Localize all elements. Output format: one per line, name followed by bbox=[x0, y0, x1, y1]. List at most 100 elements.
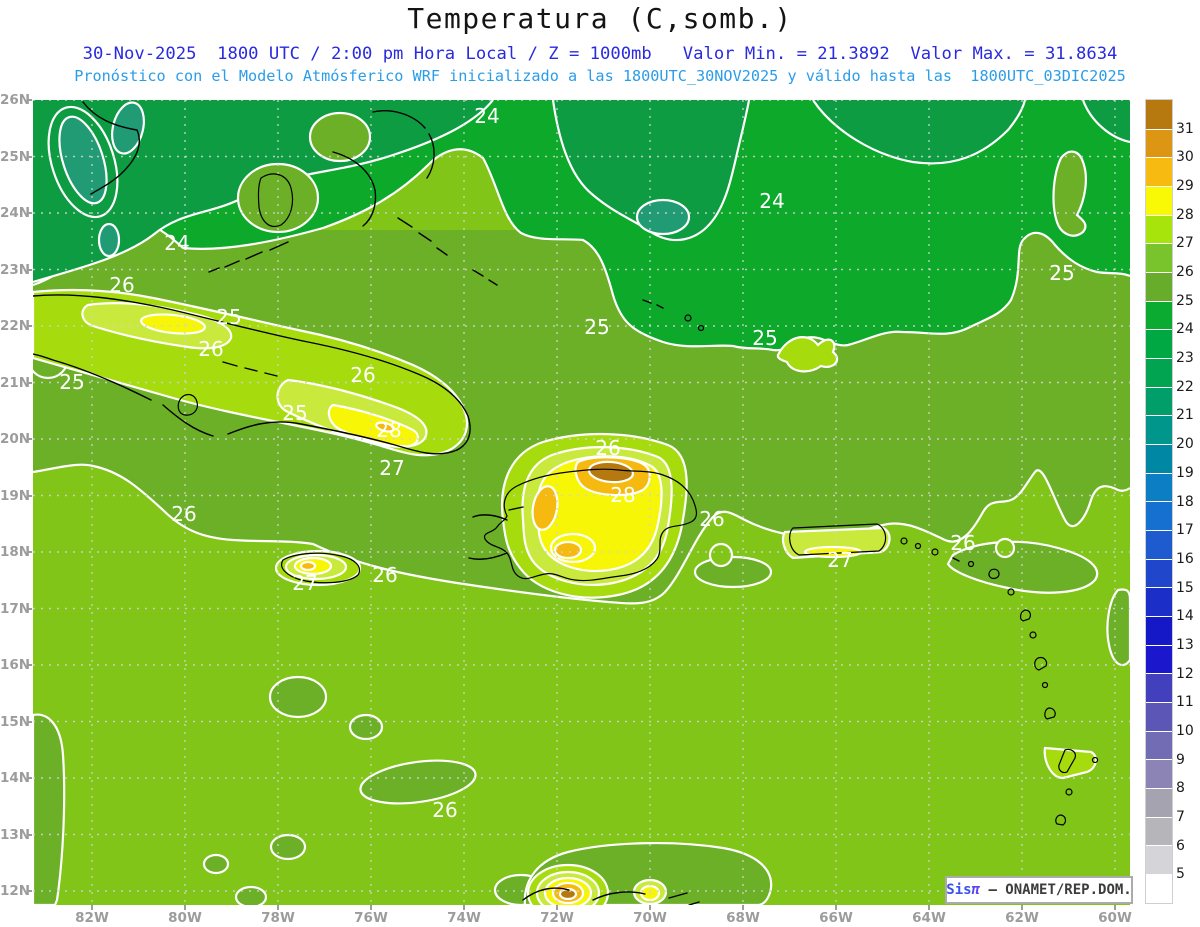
lon-axis-label: 82W bbox=[72, 910, 112, 926]
lon-axis-tick bbox=[1114, 905, 1116, 910]
legend-tick-label: 5 bbox=[1176, 866, 1200, 882]
legend-cell-22-23 bbox=[1146, 358, 1172, 387]
lon-axis-label: 80W bbox=[165, 910, 205, 926]
lat-axis-tick bbox=[27, 438, 32, 440]
lat-axis-tick bbox=[27, 99, 32, 101]
shade-25-26-blob bbox=[270, 677, 326, 717]
legend-tick-label: 12 bbox=[1176, 666, 1200, 682]
shade-25-26-se-hispaniola bbox=[695, 557, 771, 587]
lon-axis-tick bbox=[370, 905, 372, 910]
lat-axis-tick bbox=[27, 721, 32, 723]
legend-tick-label: 21 bbox=[1176, 407, 1200, 423]
legend-tick-label: 23 bbox=[1176, 350, 1200, 366]
legend-cell->31 bbox=[1146, 100, 1172, 129]
lat-axis-label: 14N bbox=[0, 770, 30, 786]
legend-tick-label: 15 bbox=[1176, 580, 1200, 596]
shade-22-23-oval bbox=[637, 200, 689, 234]
legend-cell-8-9 bbox=[1146, 759, 1172, 788]
legend-tick-label: 28 bbox=[1176, 207, 1200, 223]
legend-tick-label: 22 bbox=[1176, 379, 1200, 395]
legend-tick-label: 26 bbox=[1176, 264, 1200, 280]
lat-axis-tick bbox=[27, 608, 32, 610]
shade-25-26-left-band bbox=[33, 715, 64, 905]
lon-axis-tick bbox=[463, 905, 465, 910]
legend-cell-24-25 bbox=[1146, 301, 1172, 330]
contour-label-26: 26 bbox=[699, 507, 724, 531]
shade-25-26-right-edge bbox=[1107, 589, 1130, 665]
legend-tick-label: 27 bbox=[1176, 235, 1200, 251]
lat-axis-label: 13N bbox=[0, 827, 30, 843]
legend-tick-label: 18 bbox=[1176, 494, 1200, 510]
contour-ring bbox=[996, 539, 1014, 557]
contour-label-26: 26 bbox=[372, 563, 397, 587]
lon-axis-label: 78W bbox=[258, 910, 298, 926]
legend-cell-11-12 bbox=[1146, 673, 1172, 702]
legend-cell-30-31 bbox=[1146, 129, 1172, 158]
contour-label-26: 26 bbox=[198, 337, 223, 361]
legend-cell-9-10 bbox=[1146, 731, 1172, 760]
lon-axis-label: 68W bbox=[723, 910, 763, 926]
map-canvas: 2424242525252526262625282725262628262726… bbox=[33, 100, 1130, 905]
contour-label-27: 27 bbox=[379, 456, 404, 480]
temperature-contour-map: 2424242525252526262625282725262628262726… bbox=[33, 100, 1130, 905]
lon-axis-tick bbox=[184, 905, 186, 910]
watermark-brand: Sis bbox=[946, 882, 971, 898]
contour-label-27: 27 bbox=[292, 571, 317, 595]
shade-29-30-jamaica bbox=[301, 562, 315, 570]
lon-axis-tick bbox=[1021, 905, 1023, 910]
lat-axis-tick bbox=[27, 834, 32, 836]
lat-axis-label: 19N bbox=[0, 488, 30, 504]
legend-cell-16-17 bbox=[1146, 530, 1172, 559]
lat-axis-label: 25N bbox=[0, 149, 30, 165]
legend-tick-label: 16 bbox=[1176, 551, 1200, 567]
legend-tick-label: 24 bbox=[1176, 321, 1200, 337]
lon-axis-label: 66W bbox=[816, 910, 856, 926]
legend-tick-label: 7 bbox=[1176, 809, 1200, 825]
lat-axis-tick bbox=[27, 269, 32, 271]
shade-25-26-blob bbox=[350, 715, 382, 739]
legend-cell-19-20 bbox=[1146, 444, 1172, 473]
lat-axis-tick bbox=[27, 664, 32, 666]
legend-cell-29-30 bbox=[1146, 157, 1172, 186]
shade-25-26-blob bbox=[271, 835, 305, 859]
lon-axis-label: 76W bbox=[351, 910, 391, 926]
contour-label-25: 25 bbox=[584, 315, 609, 339]
lon-axis-tick bbox=[928, 905, 930, 910]
lon-axis-label: 64W bbox=[909, 910, 949, 926]
contour-label-26: 26 bbox=[595, 436, 620, 460]
contour-label-26: 26 bbox=[171, 502, 196, 526]
lat-axis-label: 21N bbox=[0, 375, 30, 391]
legend-cell-27-28 bbox=[1146, 215, 1172, 244]
contour-label-26: 26 bbox=[950, 531, 975, 555]
contour-label-25: 25 bbox=[282, 401, 307, 425]
lon-axis-label: 72W bbox=[537, 910, 577, 926]
legend-cell-23-24 bbox=[1146, 329, 1172, 358]
subtitle-validtime: 30-Nov-2025 1800 UTC / 2:00 pm Hora Loca… bbox=[0, 44, 1200, 64]
legend-tick-label: 20 bbox=[1176, 436, 1200, 452]
legend-tick-label: 9 bbox=[1176, 752, 1200, 768]
legend-cell-17-18 bbox=[1146, 501, 1172, 530]
subtitle-model-info: Pronóstico con el Modelo Atmósferico WRF… bbox=[0, 67, 1200, 85]
legend-cell-5-6 bbox=[1146, 845, 1172, 874]
lat-axis-label: 26N bbox=[0, 92, 30, 108]
lat-axis-tick bbox=[27, 551, 32, 553]
legend-tick-label: 10 bbox=[1176, 723, 1200, 739]
page-title: Temperatura (C,somb.) bbox=[0, 2, 1200, 35]
color-legend-bar bbox=[1146, 100, 1172, 903]
legend-cell-21-22 bbox=[1146, 387, 1172, 416]
lon-axis-tick bbox=[277, 905, 279, 910]
lat-axis-label: 20N bbox=[0, 431, 30, 447]
lon-axis-label: 70W bbox=[630, 910, 670, 926]
legend-tick-label: 31 bbox=[1176, 121, 1200, 137]
contour-ring bbox=[710, 544, 732, 566]
legend-cell-28-29 bbox=[1146, 186, 1172, 215]
legend-tick-label: 6 bbox=[1176, 838, 1200, 854]
lat-axis-label: 23N bbox=[0, 262, 30, 278]
shade-25-26-blob bbox=[236, 887, 266, 905]
lat-axis-label: 12N bbox=[0, 883, 30, 899]
lon-axis-tick bbox=[742, 905, 744, 910]
legend-tick-label: 17 bbox=[1176, 522, 1200, 538]
lat-axis-tick bbox=[27, 495, 32, 497]
legend-tick-label: 29 bbox=[1176, 178, 1200, 194]
contour-label-28: 28 bbox=[610, 483, 635, 507]
